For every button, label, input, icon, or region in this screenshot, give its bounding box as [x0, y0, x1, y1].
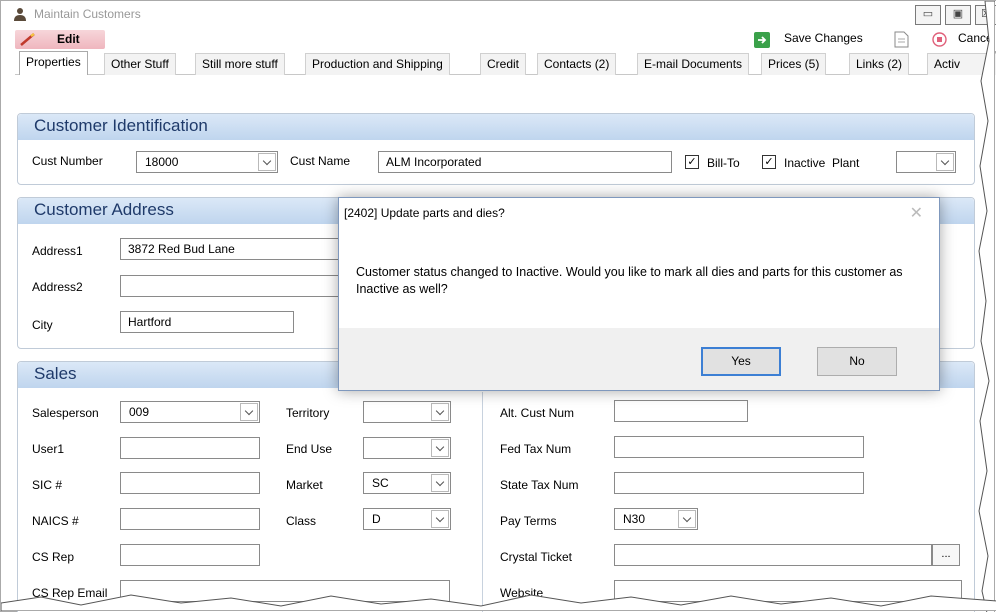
customer-identification-group: Customer Identification Cust Number 1800…: [17, 113, 975, 185]
torn-edge-bottom: [1, 594, 996, 611]
chevron-down-icon[interactable]: [258, 153, 276, 171]
bill-to-label: Bill-To: [707, 156, 740, 170]
tab-properties[interactable]: Properties: [19, 51, 88, 76]
city-label: City: [32, 318, 53, 332]
browse-ellipsis-button[interactable]: ...: [932, 544, 960, 566]
chevron-down-icon[interactable]: [240, 403, 258, 421]
column-divider: [482, 392, 483, 612]
enduse-combo[interactable]: [363, 437, 451, 459]
address2-label: Address2: [32, 280, 83, 294]
address2-field[interactable]: [120, 275, 340, 297]
state-tax-label: State Tax Num: [500, 478, 579, 492]
tab-other-stuff[interactable]: Other Stuff: [104, 53, 176, 75]
csrep-label: CS Rep: [32, 550, 75, 564]
tab-credit[interactable]: Credit: [480, 53, 527, 75]
market-combo[interactable]: SC: [363, 472, 451, 494]
naics-field[interactable]: [120, 508, 260, 530]
class-label: Class: [286, 514, 317, 528]
document-icon[interactable]: [894, 31, 909, 48]
plant-label: Plant: [832, 156, 860, 170]
territory-label: Territory: [286, 406, 330, 420]
address1-field[interactable]: 3872 Red Bud Lane: [120, 238, 340, 260]
dialog-close-icon[interactable]: ✕: [910, 203, 923, 223]
naics-label: NAICS #: [32, 514, 79, 528]
tab-production-and-shipping[interactable]: Production and Shipping: [305, 53, 450, 75]
fed-tax-field[interactable]: [614, 436, 864, 458]
chevron-down-icon[interactable]: [431, 439, 449, 457]
pay-terms-label: Pay Terms: [500, 514, 557, 528]
tab-strip: Properties Other Stuff Still more stuff …: [15, 51, 996, 76]
maintain-customers-window: Maintain Customers ▭ ▣ ☒ Edit Save Chang…: [0, 0, 996, 612]
minimize-button[interactable]: ▭: [915, 5, 941, 25]
alt-cust-field[interactable]: [614, 400, 748, 422]
customer-icon: [14, 8, 26, 21]
alt-cust-label: Alt. Cust Num: [500, 406, 575, 420]
window-title: Maintain Customers: [34, 7, 141, 21]
cust-number-label: Cust Number: [32, 154, 103, 168]
market-value: SC: [372, 476, 389, 490]
enduse-label: End Use: [286, 442, 333, 456]
sic-field[interactable]: [120, 472, 260, 494]
no-button[interactable]: No: [817, 347, 897, 376]
tab-contacts[interactable]: Contacts (2): [537, 53, 617, 75]
city-field[interactable]: Hartford: [120, 311, 294, 333]
salesperson-value: 009: [129, 405, 150, 419]
tab-prices[interactable]: Prices (5): [761, 53, 827, 75]
salesperson-label: Salesperson: [32, 406, 99, 420]
state-tax-field[interactable]: [614, 472, 864, 494]
dialog-footer: Yes No: [339, 328, 939, 390]
plant-combo[interactable]: [896, 151, 956, 173]
tab-email-documents[interactable]: E-mail Documents: [637, 53, 750, 75]
user1-label: User1: [32, 442, 65, 456]
address1-label: Address1: [32, 244, 83, 258]
territory-combo[interactable]: [363, 401, 451, 423]
yes-button[interactable]: Yes: [701, 347, 781, 376]
tab-links[interactable]: Links (2): [849, 53, 910, 75]
class-value: D: [372, 512, 381, 526]
cust-name-field[interactable]: ALM Incorporated: [378, 151, 672, 173]
pay-terms-combo[interactable]: N30: [614, 508, 698, 530]
bill-to-checkbox[interactable]: ✓: [685, 155, 699, 169]
class-combo[interactable]: D: [363, 508, 451, 530]
save-arrow-icon[interactable]: [754, 32, 770, 48]
chevron-down-icon[interactable]: [431, 474, 449, 492]
inactive-label: Inactive: [784, 156, 826, 170]
csrep-field[interactable]: [120, 544, 260, 566]
toolbar: Edit Save Changes Cance: [1, 27, 996, 51]
cust-name-label: Cust Name: [290, 154, 351, 168]
chevron-down-icon[interactable]: [678, 510, 696, 528]
user1-field[interactable]: [120, 437, 260, 459]
fed-tax-label: Fed Tax Num: [500, 442, 572, 456]
cancel-icon[interactable]: [932, 32, 947, 47]
pencil-icon: [20, 32, 35, 46]
title-bar: Maintain Customers ▭ ▣ ☒: [1, 1, 996, 27]
market-label: Market: [286, 478, 323, 492]
sic-label: SIC #: [32, 478, 63, 492]
chevron-down-icon[interactable]: [431, 403, 449, 421]
salesperson-combo[interactable]: 009: [120, 401, 260, 423]
chevron-down-icon[interactable]: [431, 510, 449, 528]
cust-number-combo[interactable]: 18000: [136, 151, 278, 173]
customer-identification-header: Customer Identification: [18, 114, 974, 140]
cust-number-value: 18000: [145, 155, 179, 169]
maximize-button[interactable]: ▣: [945, 5, 971, 25]
torn-edge-right: [978, 1, 995, 612]
crystal-ticket-label: Crystal Ticket: [500, 550, 573, 564]
tab-still-more-stuff[interactable]: Still more stuff: [195, 53, 285, 75]
dialog-title: [2402] Update parts and dies?: [344, 206, 505, 220]
dialog-message: Customer status changed to Inactive. Wou…: [356, 265, 903, 296]
sales-group: Sales Salesperson 009 User1 SIC # NAICS …: [17, 361, 975, 612]
inactive-checkbox[interactable]: ✓: [762, 155, 776, 169]
chevron-down-icon[interactable]: [936, 153, 954, 171]
edit-label: Edit: [57, 32, 80, 46]
save-changes-button[interactable]: Save Changes: [784, 31, 863, 45]
crystal-ticket-field[interactable]: [614, 544, 932, 566]
edit-mode-indicator: Edit: [15, 30, 105, 49]
pay-terms-value: N30: [623, 512, 646, 526]
update-parts-dialog: [2402] Update parts and dies? ✕ Customer…: [338, 197, 940, 391]
